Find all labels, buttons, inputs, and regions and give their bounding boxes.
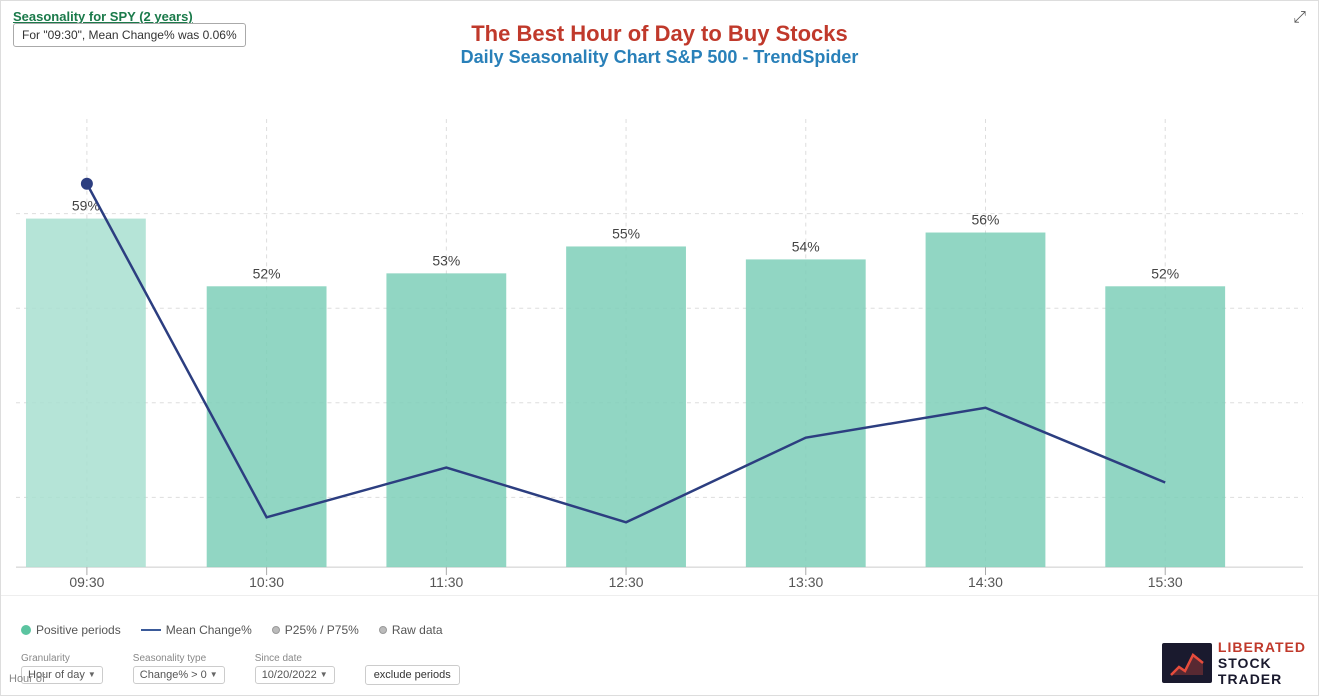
svg-text:12:30: 12:30 (609, 574, 644, 590)
seasonality-label: Seasonality type (133, 653, 225, 664)
legend-p25-label: P25% / P75% (285, 623, 359, 637)
legend-positive-icon (21, 625, 31, 635)
chart-title-line2: Daily Seasonality Chart S&P 500 - TrendS… (1, 47, 1318, 68)
since-date-group: Since date 10/20/2022 ▼ (255, 653, 335, 684)
legend-mean-change: Mean Change% (141, 623, 252, 637)
legend-raw-label: Raw data (392, 623, 443, 637)
seasonality-arrow-icon: ▼ (210, 670, 218, 679)
svg-text:09:30: 09:30 (69, 574, 104, 590)
since-date-arrow-icon: ▼ (320, 670, 328, 679)
svg-text:54%: 54% (792, 238, 820, 254)
svg-text:11:30: 11:30 (429, 574, 463, 590)
brand-text-area: LIBERATED STOCK TRADER (1218, 639, 1306, 687)
svg-text:52%: 52% (253, 265, 281, 281)
legend-p25-p75: P25% / P75% (272, 623, 359, 637)
svg-text:56%: 56% (972, 212, 1000, 228)
since-date-value: 10/20/2022 (262, 669, 317, 681)
hour-of-label: Hour of (9, 673, 45, 685)
svg-text:53%: 53% (432, 252, 460, 268)
seasonality-group: Seasonality type Change% > 0 ▼ (133, 653, 225, 684)
granularity-label: Granularity (21, 653, 103, 664)
chart-container: Seasonality for SPY (2 years) ⤢ For "09:… (0, 0, 1319, 696)
svg-text:10:30: 10:30 (249, 574, 284, 590)
legend-raw-icon (379, 626, 387, 634)
svg-text:52%: 52% (1151, 265, 1179, 281)
brand-stock: STOCK (1218, 655, 1306, 671)
seasonality-select[interactable]: Change% > 0 ▼ (133, 666, 225, 684)
tooltip-text: For "09:30", Mean Change% was 0.06% (22, 28, 237, 42)
svg-text:15:30: 15:30 (1148, 574, 1183, 590)
legend-raw-data: Raw data (379, 623, 443, 637)
since-date-select[interactable]: 10/20/2022 ▼ (255, 666, 335, 684)
svg-text:14:30: 14:30 (968, 574, 1003, 590)
chart-footer: Positive periods Mean Change% P25% / P75… (1, 595, 1318, 695)
svg-text:55%: 55% (612, 226, 640, 242)
legend-row: Positive periods Mean Change% P25% / P75… (21, 623, 443, 637)
controls-row: Granularity Hour of day ▼ Seasonality ty… (21, 651, 460, 685)
brand-logo-icon (1162, 643, 1212, 683)
branding-area: LIBERATED STOCK TRADER (1162, 639, 1306, 687)
svg-text:13:30: 13:30 (788, 574, 823, 590)
legend-p25-icon (272, 626, 280, 634)
legend-positive-periods: Positive periods (21, 623, 121, 637)
legend-mean-icon (141, 629, 161, 631)
exclude-periods-button[interactable]: exclude periods (365, 665, 460, 685)
since-label: Since date (255, 653, 335, 664)
main-chart-svg: 59% 52% 53% 55% 54% 56% 52% 09:30 10:30 … (16, 119, 1303, 595)
seasonality-value: Change% > 0 (140, 669, 207, 681)
brand-trader: TRADER (1218, 671, 1306, 687)
brand-liberated: LIBERATED (1218, 639, 1306, 655)
granularity-arrow-icon: ▼ (88, 670, 96, 679)
legend-mean-label: Mean Change% (166, 623, 252, 637)
tooltip-box: For "09:30", Mean Change% was 0.06% (13, 23, 246, 47)
legend-positive-label: Positive periods (36, 623, 121, 637)
